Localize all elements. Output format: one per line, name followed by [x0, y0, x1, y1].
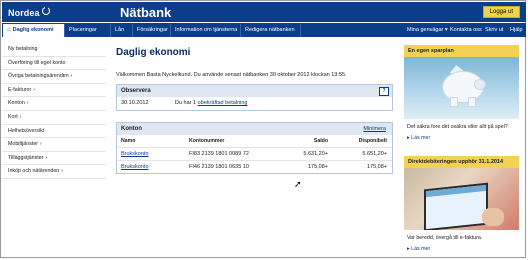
- tab-redigera[interactable]: Redigera nätbanken: [241, 24, 301, 37]
- main-content: Daglig ekonomi Välkommen Basta Nyckelkun…: [116, 44, 393, 174]
- account-number: FI83 2139 1801 0089 72: [189, 151, 249, 157]
- mouse-cursor-icon: ➚: [294, 179, 302, 189]
- browser-frame: Nordea Nätbank Logga ut ⌂ Daglig ekonomi …: [0, 0, 526, 258]
- shortcuts-menu[interactable]: Mina genvägar ▾: [407, 24, 448, 37]
- logo-mark-icon: [41, 6, 50, 15]
- table-row: Brukskonto FI83 2139 1801 0089 72 5.631,…: [117, 148, 392, 161]
- unconfirmed-payment-link[interactable]: obekräftad betalning: [198, 100, 248, 106]
- contact-link[interactable]: Kontakta oss: [450, 24, 482, 37]
- piggy-bank-image: [404, 57, 519, 119]
- accounts-title: Konton: [121, 126, 142, 132]
- promo-text: Var beredd, övergå till e-faktura.: [407, 235, 483, 241]
- sidebar-item-overforing[interactable]: Överföring till eget konto: [2, 57, 106, 71]
- tab-placeringar[interactable]: Placeringar: [65, 24, 111, 37]
- house-icon: ⌂: [7, 27, 11, 33]
- col-available: Disponibelt: [358, 138, 387, 144]
- logo-text: Nordea: [8, 8, 40, 18]
- observe-header: Observera ?: [117, 85, 392, 97]
- sidebar-item-inkop[interactable]: Inköp och nätärenden ›: [2, 165, 106, 179]
- observe-date: 30.10.2012: [121, 100, 149, 106]
- minimize-link[interactable]: Minimera: [363, 123, 386, 135]
- chevron-right-icon: ›: [19, 113, 22, 120]
- accounts-table-header: Namn Kontonummer Saldo Disponibelt: [117, 135, 392, 148]
- sidebar-item-mobiltjanster[interactable]: Mobiltjänster ›: [2, 138, 106, 152]
- sidebar-item-label: E-fakturor: [8, 86, 32, 93]
- read-more-link[interactable]: ▸ Läs mer: [404, 246, 519, 252]
- page-title: Daglig ekonomi: [116, 47, 191, 58]
- tab-forsakringar[interactable]: Försäkringar: [133, 24, 171, 37]
- sidebar-item-label: Mobiltjänster: [8, 141, 39, 148]
- col-number: Kontonummer: [189, 138, 225, 144]
- question-icon[interactable]: ?: [379, 87, 389, 96]
- sidebar: Ny betalning Överföring till eget konto …: [2, 43, 106, 179]
- help-link[interactable]: Hjälp: [510, 24, 523, 37]
- welcome-text: Välkommen Basta Nyckelkund. Du använde s…: [116, 72, 347, 78]
- accounts-header: Konton Minimera: [117, 123, 392, 135]
- sidebar-item-kort[interactable]: Kort ›: [2, 111, 106, 125]
- read-more-link[interactable]: ▸ Läs mer: [404, 135, 519, 141]
- sidebar-item-label: Kort: [8, 113, 18, 120]
- col-balance: Saldo: [313, 138, 328, 144]
- nordea-logo[interactable]: Nordea: [8, 6, 50, 18]
- app-name: Nätbank: [120, 5, 172, 20]
- observe-panel: Observera ? 30.10.2012 Du har 1 obekräft…: [116, 84, 393, 111]
- sidebar-item-tillaggstjanster[interactable]: Tilläggstjänster ›: [2, 152, 106, 166]
- sidebar-item-konton[interactable]: Konton ›: [2, 97, 106, 111]
- chevron-right-icon: ›: [26, 100, 29, 107]
- promo-direct-debit[interactable]: Direktdebiteringen upphör 31.1.2014 Var …: [404, 156, 519, 252]
- col-name: Namn: [121, 138, 136, 144]
- chevron-right-icon: ›: [61, 168, 63, 175]
- sidebar-item-label: Överföring till eget konto: [8, 59, 66, 66]
- top-header: Nordea Nätbank Logga ut: [2, 2, 526, 22]
- promo-text: Det säkra fore det osäkra eller allt på …: [407, 124, 508, 130]
- chevron-right-icon: ›: [70, 73, 73, 80]
- sidebar-item-label: Ny betalning: [8, 46, 38, 52]
- promo-title: En egen sparplan: [404, 45, 519, 57]
- observe-row: 30.10.2012 Du har 1 obekräftad betalning: [117, 97, 392, 110]
- logout-button[interactable]: Logga ut: [482, 6, 520, 18]
- sidebar-item-label: Helhetsöversikt: [8, 127, 45, 134]
- accounts-panel: Konton Minimera Namn Kontonummer Saldo D…: [116, 122, 393, 174]
- sidebar-item-helhetsoversikt[interactable]: Helhetsöversikt: [2, 125, 106, 139]
- print-link[interactable]: Skriv ut: [485, 24, 503, 37]
- sidebar-item-label: Inköp och nätärenden: [8, 168, 60, 175]
- tab-daglig-ekonomi[interactable]: ⌂ Daglig ekonomi: [3, 24, 65, 37]
- chevron-right-icon: ›: [45, 154, 48, 161]
- sidebar-item-ny-betalning[interactable]: Ny betalning: [2, 43, 106, 57]
- observe-message: Du har 1 obekräftad betalning: [175, 97, 247, 110]
- account-name-link[interactable]: Brukskonto: [121, 148, 149, 160]
- tab-lan[interactable]: Lån: [111, 24, 133, 37]
- tab-label: Daglig ekonomi: [12, 27, 54, 33]
- chevron-right-icon: ›: [40, 141, 42, 148]
- account-name-link[interactable]: Brukskonto: [121, 161, 149, 173]
- account-available: 5.651,20+: [362, 151, 387, 157]
- promo-title: Direktdebiteringen upphör 31.1.2014: [404, 156, 519, 168]
- sidebar-item-label: Konton: [8, 100, 25, 107]
- sidebar-item-ovriga-betalningsarenden[interactable]: Övriga betalningsärenden ›: [2, 70, 106, 84]
- account-balance: 5.631,20+: [303, 151, 328, 157]
- main-nav: ⌂ Daglig ekonomi Placeringar Lån Försäkri…: [2, 23, 526, 37]
- table-row: Brukskonto FI46 2139 1801 0635 10 175,08…: [117, 161, 392, 173]
- chevron-right-icon: ›: [33, 86, 35, 93]
- sidebar-item-label: Övriga betalningsärenden: [8, 73, 69, 80]
- sidebar-item-e-fakturor[interactable]: E-fakturor ›: [2, 84, 106, 98]
- sidebar-item-label: Tilläggstjänster: [8, 154, 44, 161]
- promo-savings[interactable]: En egen sparplan Det säkra fore det osäk…: [404, 45, 519, 141]
- account-number: FI46 2139 1801 0635 10: [189, 164, 249, 170]
- account-balance: 175,08+: [307, 164, 328, 170]
- tab-information[interactable]: Information om tjänsterna: [171, 24, 241, 37]
- tablet-shopping-image: [404, 168, 519, 230]
- observe-title: Observera: [121, 88, 151, 94]
- account-available: 175,08+: [366, 164, 387, 170]
- observe-message-prefix: Du har 1: [175, 100, 198, 106]
